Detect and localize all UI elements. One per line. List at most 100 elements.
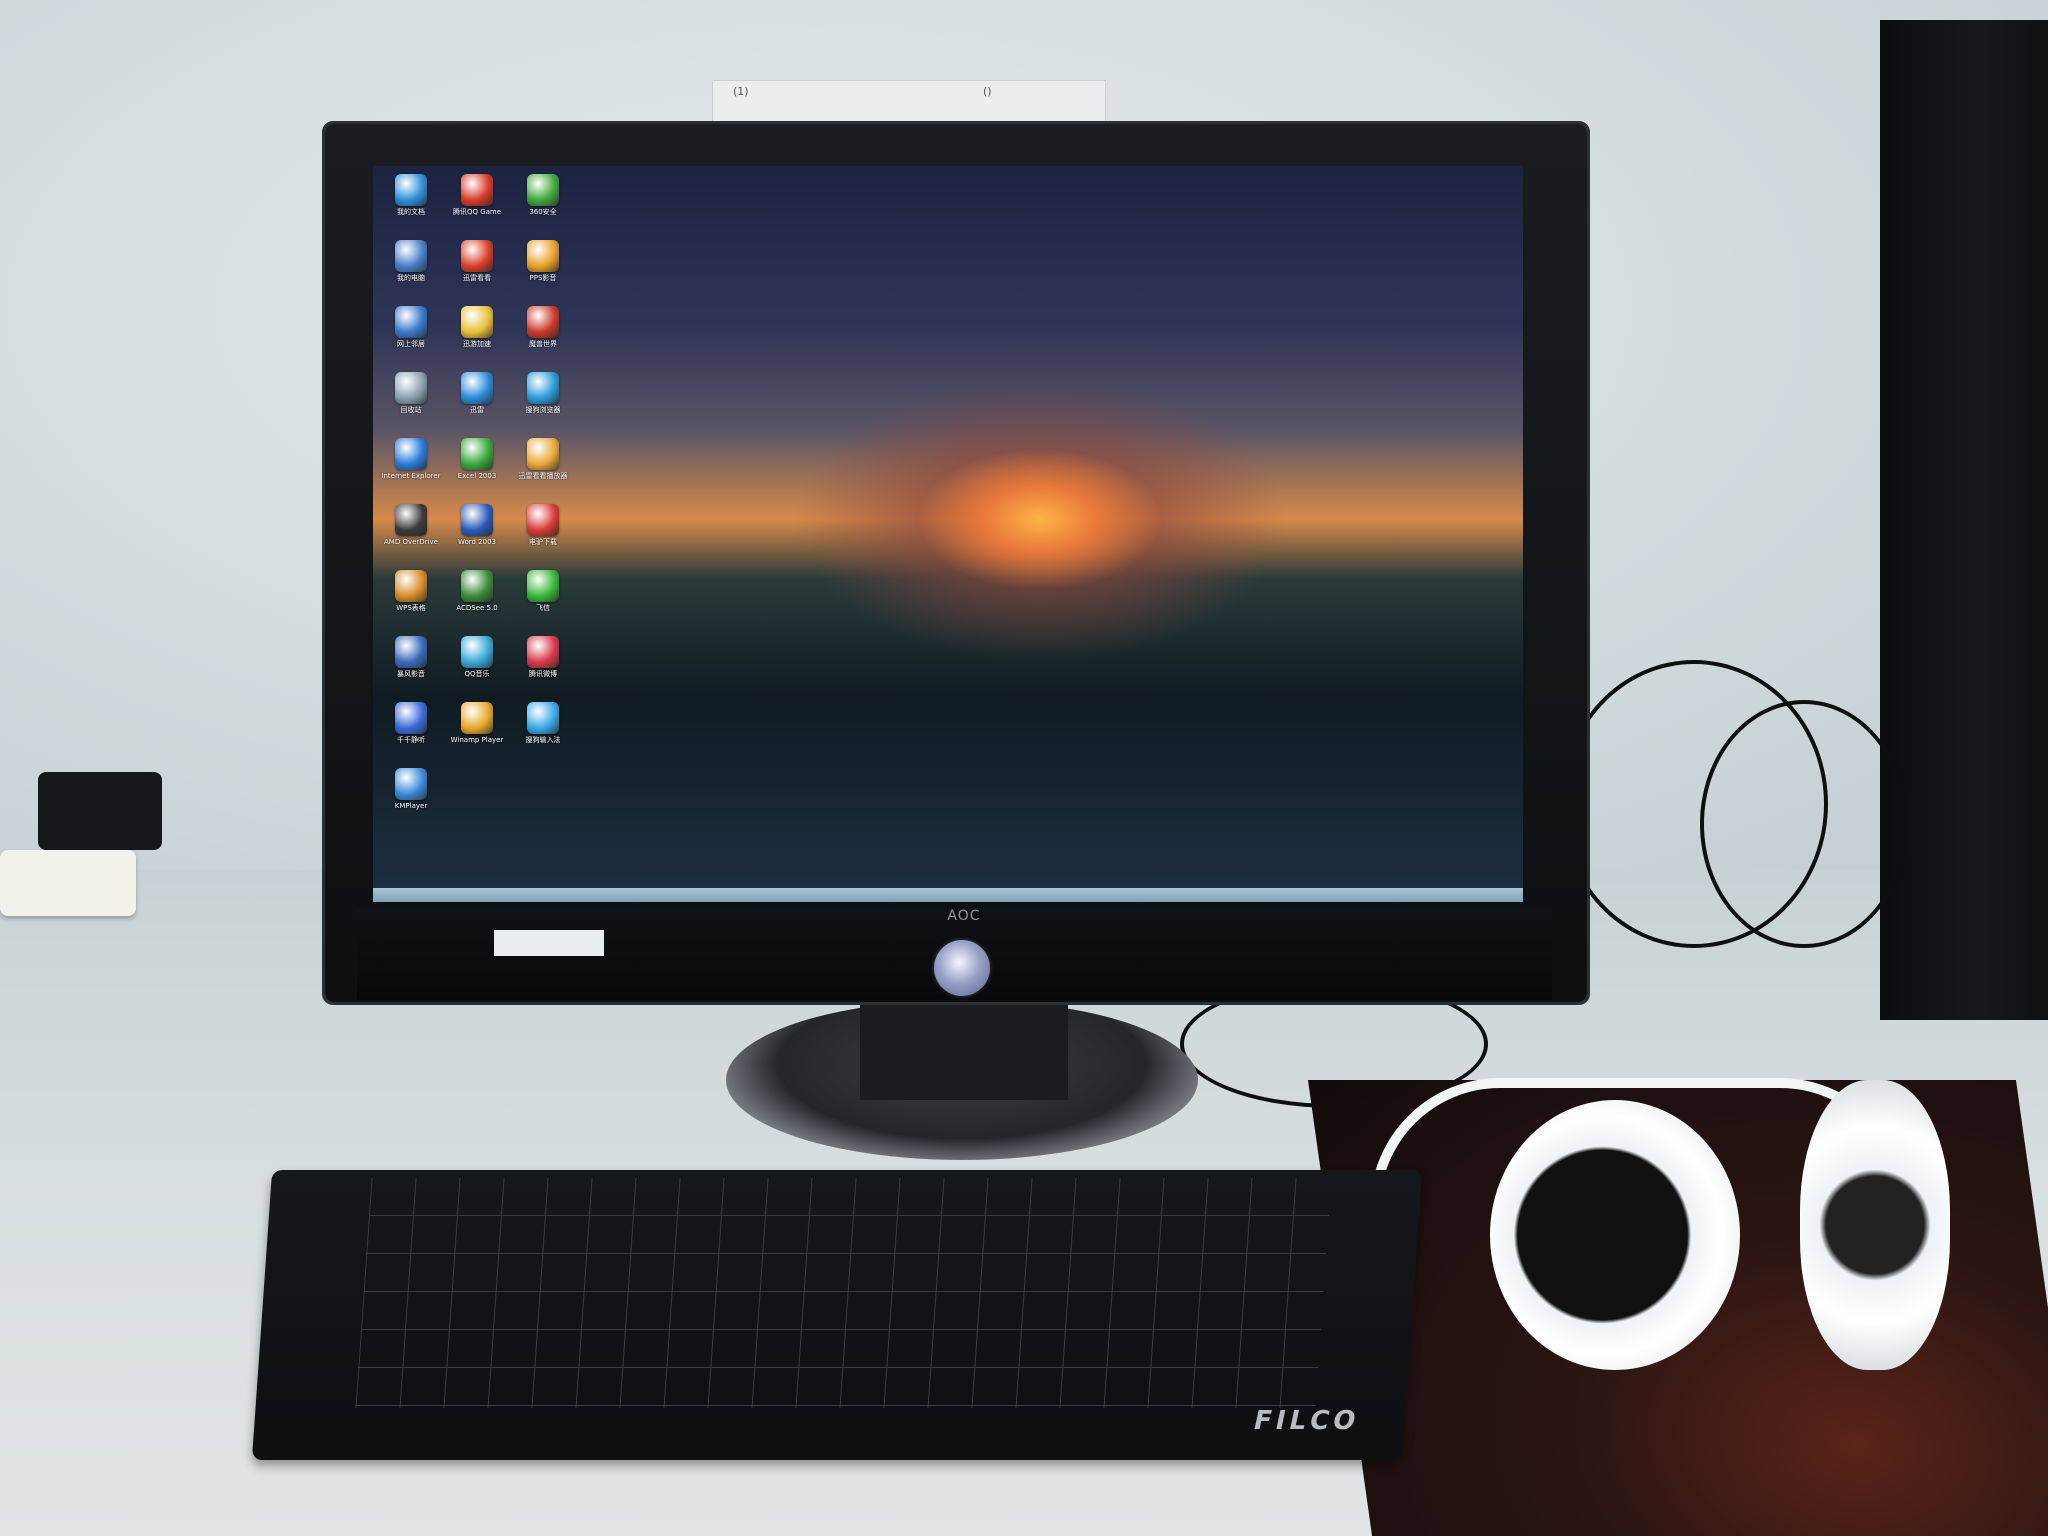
- desktop-icon-label: 飞信: [536, 604, 550, 612]
- monitor-logo: AOC: [947, 908, 981, 924]
- cable-loop-2: [1700, 700, 1908, 948]
- desktop-icon[interactable]: 迅游加速: [445, 302, 509, 368]
- desktop-icon-label: 我的文档: [397, 208, 425, 216]
- network-icon: [395, 306, 427, 338]
- desktop-icon[interactable]: 迅雷: [445, 368, 509, 434]
- monitor-power-button[interactable]: [934, 940, 990, 996]
- ttplayer-icon: [395, 702, 427, 734]
- desktop-icon[interactable]: WPS表格: [379, 566, 443, 632]
- word-icon: [461, 504, 493, 536]
- desktop-icon[interactable]: PPS影音: [511, 236, 575, 302]
- desktop-icon[interactable]: 腾讯QQ Game: [445, 170, 509, 236]
- thunder-icon: [461, 372, 493, 404]
- desktop-icon[interactable]: Winamp Player: [445, 698, 509, 764]
- desktop-icon[interactable]: 飞信: [511, 566, 575, 632]
- desktop-icons: 我的文档 腾讯QQ Game 360安全我的电脑 迅雷看看 PPS影音网上邻居 迅游加速 魔…: [373, 166, 573, 886]
- desktop-icon-label: 腾讯微博: [529, 670, 557, 678]
- desktop-icon-label: QQ音乐: [464, 670, 490, 678]
- desktop-icon[interactable]: 暴风影音: [379, 632, 443, 698]
- desktop-icon-label: Word 2003: [457, 538, 497, 546]
- desktop-icon[interactable]: ACDSee 5.0: [445, 566, 509, 632]
- desktop-icon-label: Internet Explorer: [381, 472, 441, 480]
- headphone-left-cup: [1490, 1100, 1740, 1370]
- kmplayer-icon: [395, 768, 427, 800]
- headphone-right-cup: [1800, 1080, 1950, 1370]
- taskbar[interactable]: [373, 888, 1523, 902]
- desktop-icon-label: 电驴下载: [529, 538, 557, 546]
- computer-icon: [395, 240, 427, 272]
- input-icon: [527, 702, 559, 734]
- keyboard-keys[interactable]: [355, 1178, 1332, 1408]
- storm-icon: [395, 636, 427, 668]
- wps-icon: [395, 570, 427, 602]
- desktop-icon-label: 搜狗浏览器: [525, 406, 561, 414]
- desktop-icon[interactable]: AMD OverDrive: [379, 500, 443, 566]
- movie-icon: [527, 438, 559, 470]
- desktop-icon-label: 回收站: [400, 406, 422, 414]
- desktop-icon[interactable]: 我的电脑: [379, 236, 443, 302]
- desktop-icon-label: 迅雷: [470, 406, 484, 414]
- browser-icon: [527, 372, 559, 404]
- ie-icon: [395, 438, 427, 470]
- desktop-icon[interactable]: 腾讯微博: [511, 632, 575, 698]
- desktop-icon-label: 迅雷看看: [463, 274, 491, 282]
- desktop-icon-label: 千千静听: [397, 736, 425, 744]
- qqgame-icon: [461, 174, 493, 206]
- desktop-icon[interactable]: 搜狗浏览器: [511, 368, 575, 434]
- desktop-icon-label: AMD OverDrive: [384, 538, 438, 546]
- keyboard-brand: FILCO: [1250, 1406, 1363, 1436]
- desktop-icon-label: 网上邻居: [397, 340, 425, 348]
- note-text-1: (1): [733, 85, 749, 98]
- desktop-icon[interactable]: 搜狗输入法: [511, 698, 575, 764]
- desktop-icon-label: Winamp Player: [450, 736, 504, 744]
- shield-icon: [527, 174, 559, 206]
- desktop-icon[interactable]: Word 2003: [445, 500, 509, 566]
- desktop-icon[interactable]: KMPlayer: [379, 764, 443, 830]
- music-icon: [461, 636, 493, 668]
- amd-icon: [395, 504, 427, 536]
- weibo-icon: [527, 636, 559, 668]
- desktop-icon[interactable]: 我的文档: [379, 170, 443, 236]
- power-adapter: [38, 772, 162, 850]
- desktop-icon[interactable]: 网上邻居: [379, 302, 443, 368]
- monitor-stand-neck: [860, 1000, 1068, 1100]
- bezel-sticker: [494, 930, 604, 956]
- desktop-icon[interactable]: 魔兽世界: [511, 302, 575, 368]
- desktop-icon-label: 暴风影音: [397, 670, 425, 678]
- desktop-icon-label: 360安全: [529, 208, 557, 216]
- video-icon: [527, 240, 559, 272]
- desktop-icon[interactable]: 电驴下载: [511, 500, 575, 566]
- desktop-icon-label: ACDSee 5.0: [456, 604, 498, 612]
- winamp-icon: [461, 702, 493, 734]
- game-icon: [461, 306, 493, 338]
- desktop-icon[interactable]: 360安全: [511, 170, 575, 236]
- desktop-icon-label: PPS影音: [529, 274, 557, 282]
- documents-icon: [395, 174, 427, 206]
- recycle-bin-icon: [395, 372, 427, 404]
- desktop-icon[interactable]: 迅雷看看: [445, 236, 509, 302]
- desktop-icon[interactable]: 迅雷看看播放器: [511, 434, 575, 500]
- excel-icon: [461, 438, 493, 470]
- desktop-icon-label: Excel 2003: [457, 472, 497, 480]
- desktop-icon[interactable]: 回收站: [379, 368, 443, 434]
- desktop-icon-label: 我的电脑: [397, 274, 425, 282]
- desktop-icon[interactable]: Excel 2003: [445, 434, 509, 500]
- player-icon: [461, 240, 493, 272]
- desktop-icon-label: KMPlayer: [394, 802, 428, 810]
- keyboard[interactable]: [251, 1170, 1423, 1460]
- desktop-icon-label: 迅雷看看播放器: [518, 472, 568, 480]
- wall-note: (1) (): [712, 80, 1106, 128]
- power-strip: [0, 850, 136, 916]
- desktop-icon[interactable]: 千千静听: [379, 698, 443, 764]
- desktop-icon[interactable]: Internet Explorer: [379, 434, 443, 500]
- desktop-icon-label: 迅游加速: [463, 340, 491, 348]
- download-icon: [527, 504, 559, 536]
- desktop-icon[interactable]: QQ音乐: [445, 632, 509, 698]
- note-text-2: (): [983, 85, 992, 98]
- fetion-icon: [527, 570, 559, 602]
- pc-tower: [1880, 20, 2048, 1020]
- desktop-icon-label: WPS表格: [396, 604, 426, 612]
- warcraft-icon: [527, 306, 559, 338]
- desktop-icon-label: 腾讯QQ Game: [452, 208, 502, 216]
- acdsee-icon: [461, 570, 493, 602]
